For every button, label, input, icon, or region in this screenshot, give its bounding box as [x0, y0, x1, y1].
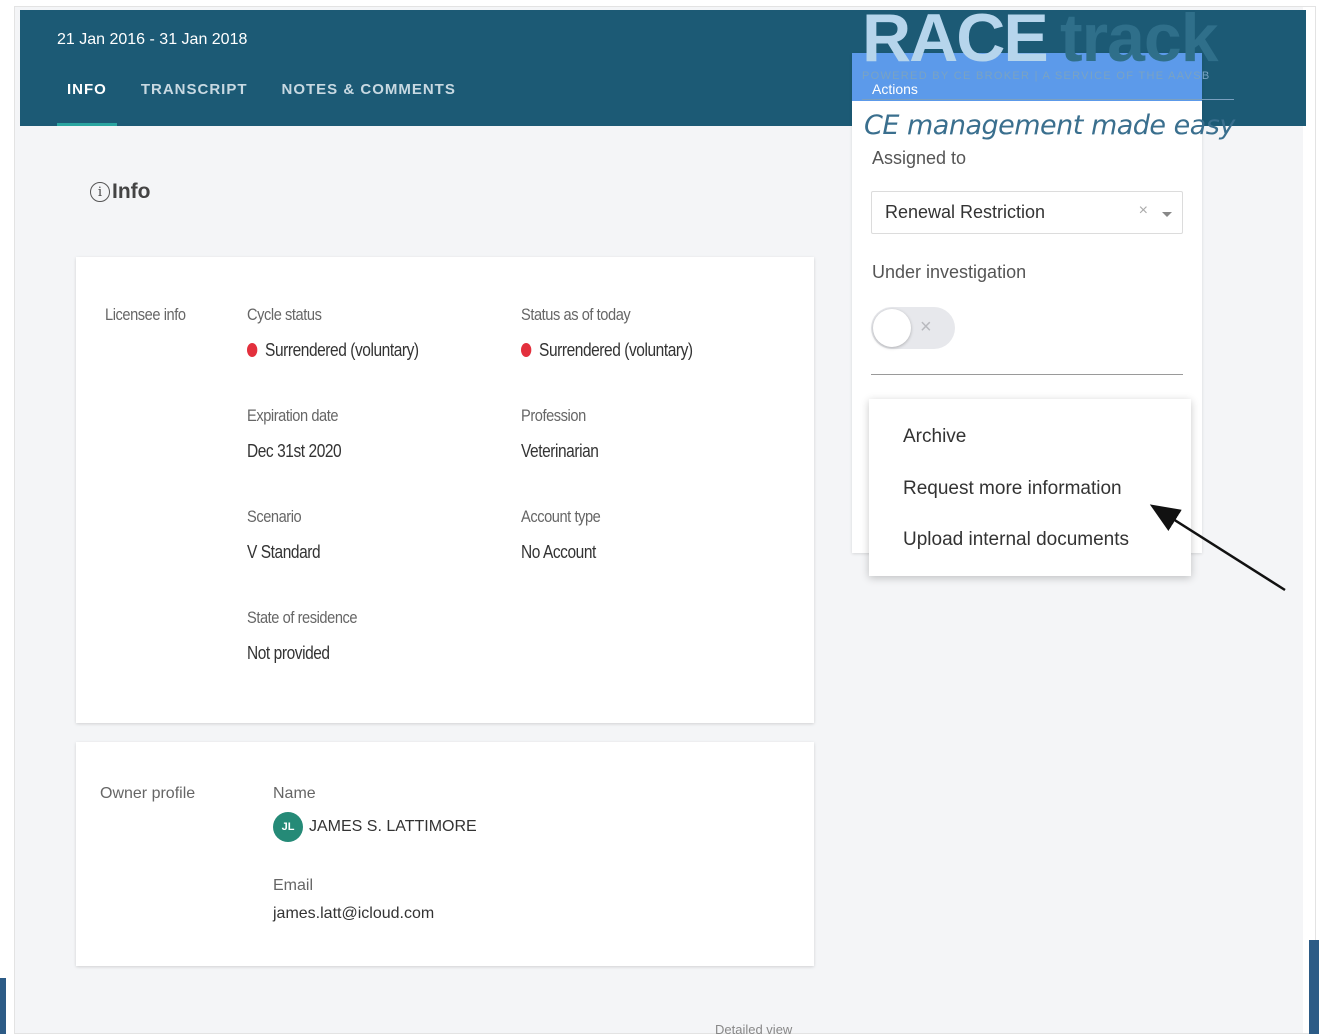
logo-rule: [862, 99, 1234, 100]
tab-notes-comments[interactable]: NOTES & COMMENTS: [272, 80, 466, 126]
account-type-value: No Account: [521, 542, 596, 562]
tab-bar: INFO TRANSCRIPT NOTES & COMMENTS: [57, 80, 480, 126]
clear-icon[interactable]: ×: [1139, 202, 1148, 220]
logo-tagline: CE management made easy: [864, 110, 1235, 141]
cycle-status-text: Surrendered (voluntary): [265, 340, 419, 360]
email-value[interactable]: james.latt@icloud.com: [273, 905, 434, 923]
profession-value: Veterinarian: [521, 441, 599, 461]
menu-item-archive[interactable]: Archive: [903, 426, 966, 448]
avatar: JL: [273, 812, 303, 842]
chevron-down-icon[interactable]: [1162, 212, 1172, 217]
email-label: Email: [273, 877, 314, 894]
under-investigation-label: Under investigation: [872, 262, 1027, 282]
owner-profile-card: Owner profile Name JL JAMES S. LATTIMORE …: [76, 742, 814, 966]
background-edge-left: [0, 978, 6, 1034]
date-range: 21 Jan 2016 - 31 Jan 2018: [57, 31, 248, 48]
tab-transcript[interactable]: TRANSCRIPT: [131, 80, 258, 126]
assigned-to-select[interactable]: Renewal Restriction ×: [871, 191, 1183, 234]
cycle-status-label: Cycle status: [247, 305, 322, 324]
info-icon: i: [90, 182, 110, 202]
menu-item-request-more-information[interactable]: Request more information: [903, 478, 1122, 500]
status-dot-icon: [247, 343, 258, 357]
tab-info[interactable]: INFO: [57, 80, 117, 126]
annotation-arrow-icon: [1149, 504, 1286, 592]
expiration-date-label: Expiration date: [247, 406, 339, 425]
toggle-knob: [873, 309, 911, 347]
expiration-date-value: Dec 31st 2020: [247, 441, 342, 461]
background-edge-right: [1309, 940, 1319, 1034]
cycle-status-value: Surrendered (voluntary): [247, 340, 419, 361]
owner-name: JL JAMES S. LATTIMORE: [273, 812, 477, 842]
scenario-value: V Standard: [247, 542, 321, 562]
page-title: i Info: [90, 180, 150, 204]
licensee-section-label: Licensee info: [105, 305, 186, 324]
status-today-text: Surrendered (voluntary): [539, 340, 693, 360]
status-today-value: Surrendered (voluntary): [521, 340, 693, 361]
profession-label: Profession: [521, 406, 586, 425]
menu-item-upload-internal-documents[interactable]: Upload internal documents: [903, 529, 1129, 551]
scenario-label: Scenario: [247, 507, 302, 526]
owner-name-text: JAMES S. LATTIMORE: [309, 818, 477, 836]
logo-powered-by: POWERED BY CE BROKER | A SERVICE OF THE …: [862, 70, 1211, 82]
logo-track: track: [1060, 0, 1219, 76]
name-label: Name: [273, 785, 316, 802]
assigned-to-label: Assigned to: [872, 148, 967, 168]
owner-section-label: Owner profile: [100, 785, 196, 802]
page-title-text: Info: [112, 180, 151, 203]
account-type-label: Account type: [521, 507, 601, 526]
detailed-view-link[interactable]: Detailed view: [715, 1022, 792, 1034]
assigned-to-value: Renewal Restriction: [885, 202, 1046, 222]
status-dot-icon: [521, 343, 532, 357]
logo-race: RACE: [862, 0, 1049, 76]
licensee-info-card: Licensee info Cycle status Surrendered (…: [76, 257, 814, 723]
racetrack-logo: RACE track POWERED BY CE BROKER | A SERV…: [862, 4, 1242, 150]
state-of-residence-value: Not provided: [247, 643, 330, 663]
under-investigation-toggle[interactable]: ×: [871, 307, 955, 349]
state-of-residence-label: State of residence: [247, 608, 358, 627]
frame-edge: [1303, 7, 1315, 1033]
close-icon: ×: [920, 316, 932, 338]
divider: [871, 374, 1183, 375]
status-today-label: Status as of today: [521, 305, 631, 324]
